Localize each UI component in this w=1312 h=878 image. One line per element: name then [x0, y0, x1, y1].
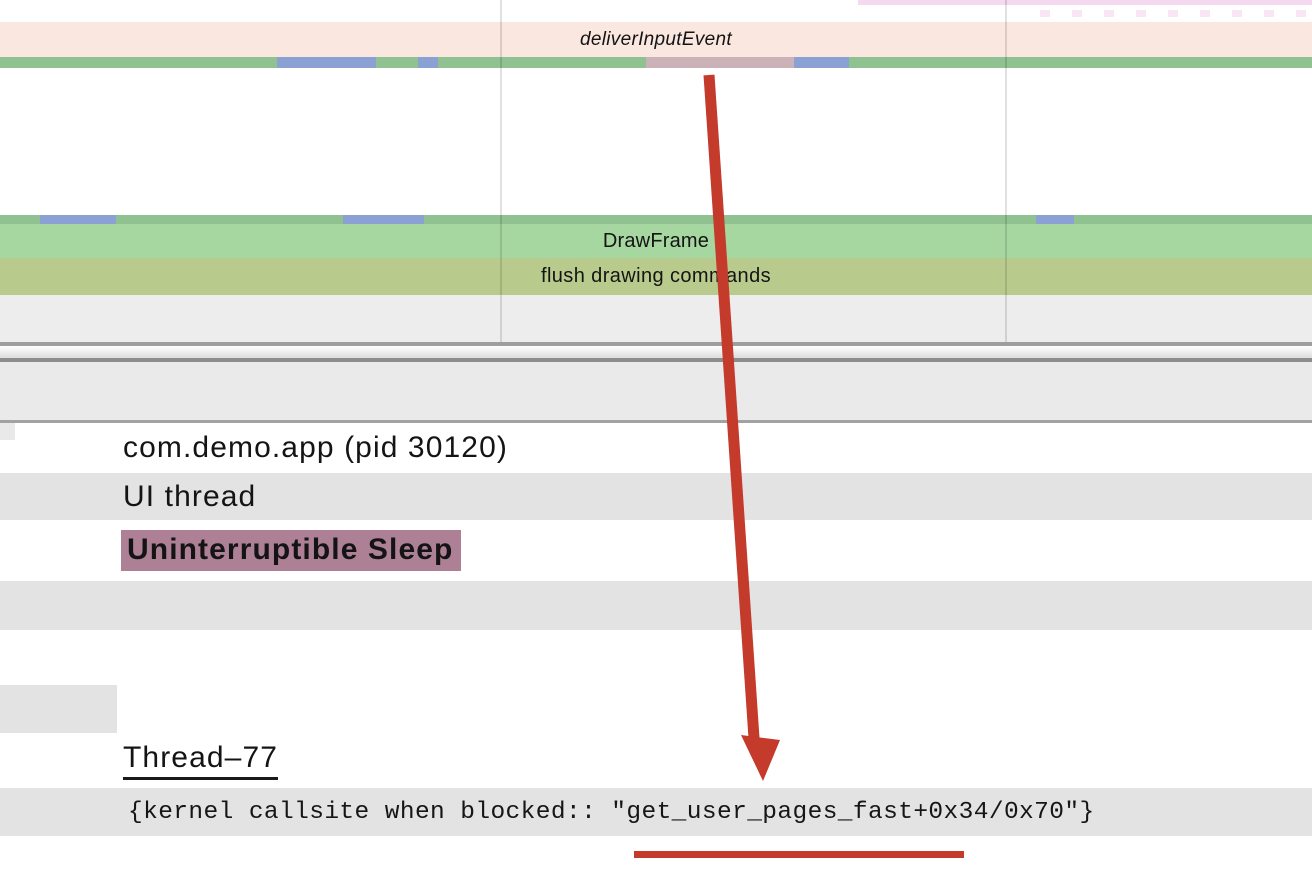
blocked-thread-link[interactable]: Thread–77: [123, 741, 278, 780]
panel-splitter[interactable]: [0, 342, 1312, 362]
process-name-label: com.demo.app (pid 30120): [123, 431, 508, 465]
row-blocked-thread[interactable]: Thread–77: [0, 733, 1312, 788]
slice-flush-drawing-commands[interactable]: flush drawing commands: [0, 258, 1312, 295]
track-bar-lower[interactable]: [0, 215, 1312, 224]
details-panel-header: [0, 362, 1312, 423]
slice-draw-frame-label: DrawFrame: [0, 230, 1312, 253]
track-segment-blue[interactable]: [343, 215, 424, 224]
scroll-remnant: [0, 423, 15, 440]
timeline-top-row: [0, 0, 1312, 22]
row-kernel-callsite[interactable]: {kernel callsite when blocked:: "get_use…: [0, 788, 1312, 836]
track-bar-upper[interactable]: [0, 57, 1312, 68]
track-segment-blue[interactable]: [40, 215, 116, 224]
row-process[interactable]: com.demo.app (pid 30120): [0, 423, 1312, 473]
ui-thread-label: UI thread: [123, 480, 256, 514]
slice-flush-drawing-commands-label: flush drawing commands: [0, 265, 1312, 288]
track-segment-mauve[interactable]: [646, 57, 794, 68]
trace-viewer: deliverInputEvent DrawFrame flush drawin…: [0, 0, 1312, 878]
slice-draw-frame[interactable]: DrawFrame: [0, 224, 1312, 258]
row-thread-state[interactable]: Uninterruptible Sleep: [0, 520, 1312, 581]
grid-line: [500, 0, 502, 342]
track-segment-blue[interactable]: [277, 57, 376, 68]
grid-line: [1005, 0, 1007, 342]
row-empty-gray: [0, 581, 1312, 630]
row-empty-white: [0, 630, 1312, 685]
row-ui-thread[interactable]: UI thread: [0, 473, 1312, 520]
track-segment-blue[interactable]: [1036, 215, 1074, 224]
row-partial: [0, 685, 1312, 733]
kernel-callsite-text: {kernel callsite when blocked:: "get_use…: [128, 799, 1095, 826]
slice-deliver-input-event[interactable]: deliverInputEvent: [0, 22, 1312, 57]
partial-gray-block: [0, 685, 117, 733]
minimap-selection-bar[interactable]: [858, 0, 1312, 5]
thread-state-highlight: Uninterruptible Sleep: [121, 530, 461, 571]
annotation-underline: [634, 851, 964, 858]
empty-track-row[interactable]: [0, 295, 1312, 342]
slice-deliver-input-event-label: deliverInputEvent: [0, 29, 1312, 51]
track-segment-blue[interactable]: [794, 57, 849, 68]
minimap-tick-marks: [1040, 10, 1312, 17]
track-segment-blue[interactable]: [418, 57, 438, 68]
